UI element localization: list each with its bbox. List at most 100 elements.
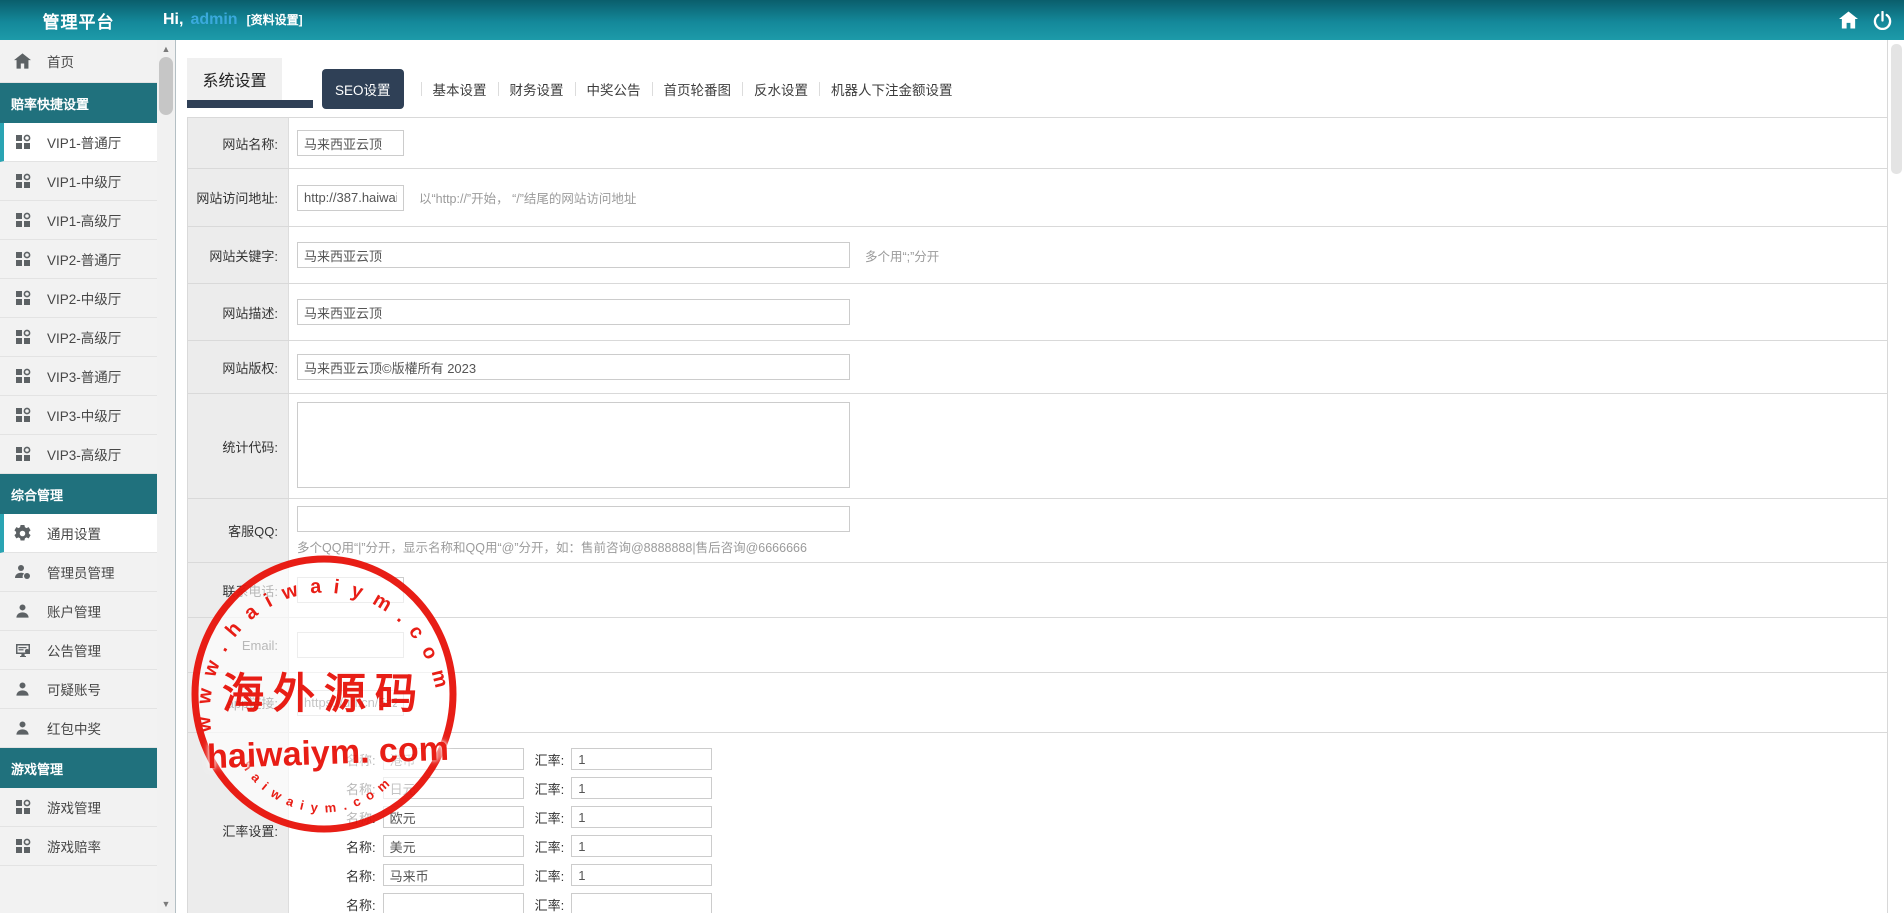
sidebar-section-game-management: 游戏管理 — [0, 748, 157, 788]
form-row-email: Email: — [188, 618, 1887, 673]
site-copyright-input[interactable] — [297, 354, 850, 380]
user-icon — [14, 720, 31, 737]
sidebar-item-vip2-mid[interactable]: VIP2-中级厅 — [0, 279, 157, 318]
rate-name-label: 名称: — [346, 837, 376, 856]
sidebar-item-vip2-normal[interactable]: VIP2-普通厅 — [0, 240, 157, 279]
sidebar-item-label: 首页 — [47, 51, 74, 71]
contact-phone-input[interactable] — [297, 577, 404, 603]
sidebar-item-notice-management[interactable]: 公告管理 — [0, 631, 157, 670]
home-icon[interactable] — [1838, 10, 1858, 30]
sidebar-item-vip3-mid[interactable]: VIP3-中级厅 — [0, 396, 157, 435]
sidebar-item-suspicious-accounts[interactable]: 可疑账号 — [0, 670, 157, 709]
sidebar-item-label: 可疑账号 — [47, 679, 101, 699]
subtab-finance[interactable]: 财务设置 — [510, 79, 564, 99]
subtab-basic[interactable]: 基本设置 — [433, 79, 487, 99]
sidebar: 首页 赔率快捷设置 VIP1-普通厅 VIP1-中级厅 VIP1-高级厅 VIP… — [0, 40, 157, 913]
sidebar-item-game-odds[interactable]: 游戏赔率 — [0, 827, 157, 866]
rate-value-input[interactable] — [571, 748, 712, 770]
username: admin — [190, 11, 237, 29]
scroll-down-icon[interactable]: ▼ — [157, 899, 175, 909]
scroll-up-icon[interactable]: ▲ — [157, 44, 175, 54]
sidebar-item-vip1-mid[interactable]: VIP1-中级厅 — [0, 162, 157, 201]
grid-icon — [14, 838, 31, 855]
grid-icon — [14, 134, 31, 151]
service-qq-input[interactable] — [297, 506, 850, 532]
tab-system-settings[interactable]: 系统设置 — [187, 58, 282, 100]
form-row-site-name: 网站名称: — [188, 118, 1887, 169]
sidebar-item-game-management[interactable]: 游戏管理 — [0, 788, 157, 827]
sidebar-item-label: 游戏赔率 — [47, 836, 101, 856]
form-row-exchange-rates: 汇率设置: 名称: 汇率: 名称: 汇率: 名称: 汇率: 名称: — [188, 733, 1887, 913]
section-label: 综合管理 — [11, 485, 63, 504]
grid-icon — [14, 368, 31, 385]
top-header: 管理平台 Hi, admin [资料设置] — [0, 0, 1904, 40]
subtab-bar: SEO设置 基本设置 财务设置 中奖公告 首页轮番图 反水设置 机器人下注金额设… — [322, 70, 953, 108]
sidebar-item-label: VIP3-高级厅 — [47, 444, 121, 464]
field-label: Email: — [188, 618, 289, 672]
sidebar-scrollbar[interactable]: ▲ ▼ — [157, 40, 176, 913]
subtab-robot-bet-amount[interactable]: 机器人下注金额设置 — [831, 79, 953, 99]
field-label: 客服QQ: — [188, 499, 289, 562]
subtab-carousel[interactable]: 首页轮番图 — [664, 79, 732, 99]
subtab-rebate[interactable]: 反水设置 — [754, 79, 808, 99]
home-icon — [14, 53, 31, 70]
form-row-site-url: 网站访问地址: 以“http://”开始， “/”结尾的网站访问地址 — [188, 169, 1887, 227]
sidebar-item-label: 通用设置 — [47, 523, 101, 543]
rate-value-label: 汇率: — [535, 808, 565, 827]
app-link-input[interactable] — [297, 690, 404, 716]
sidebar-item-label: VIP3-普通厅 — [47, 366, 121, 386]
form-row-description: 网站描述: — [188, 284, 1887, 341]
sidebar-item-account-management[interactable]: 账户管理 — [0, 592, 157, 631]
field-label: 汇率设置: — [188, 733, 289, 913]
email-input[interactable] — [297, 632, 404, 658]
separator — [498, 82, 499, 96]
rate-name-input[interactable] — [383, 835, 524, 857]
rate-value-label: 汇率: — [535, 895, 565, 913]
sidebar-item-label: VIP2-高级厅 — [47, 327, 121, 347]
rate-value-input[interactable] — [571, 777, 712, 799]
scrollbar-thumb[interactable] — [1891, 44, 1902, 174]
rate-name-input[interactable] — [383, 806, 524, 828]
seo-settings-form: 网站名称: 网站访问地址: 以“http://”开始， “/”结尾的网站访问地址… — [187, 117, 1887, 913]
subtab-winning-notice[interactable]: 中奖公告 — [587, 79, 641, 99]
page-scrollbar[interactable] — [1887, 40, 1904, 913]
rate-value-input[interactable] — [571, 835, 712, 857]
site-name-input[interactable] — [297, 130, 404, 156]
sidebar-item-home[interactable]: 首页 — [0, 40, 157, 83]
power-icon[interactable] — [1872, 10, 1892, 30]
rate-name-label: 名称: — [346, 779, 376, 798]
rate-name-label: 名称: — [346, 895, 376, 913]
sidebar-item-label: VIP1-普通厅 — [47, 132, 121, 152]
notice-board-icon — [14, 642, 31, 659]
rate-value-input[interactable] — [571, 864, 712, 886]
rate-row: 名称: 汇率: — [346, 747, 712, 771]
sidebar-item-admin-management[interactable]: 管理员管理 — [0, 553, 157, 592]
field-label: app链接: — [188, 673, 289, 732]
rate-value-input[interactable] — [571, 893, 712, 913]
sidebar-item-label: 管理员管理 — [47, 562, 115, 582]
sidebar-item-vip1-normal[interactable]: VIP1-普通厅 — [0, 123, 157, 162]
stats-code-textarea[interactable] — [297, 402, 850, 488]
grid-icon — [14, 446, 31, 463]
section-label: 赔率快捷设置 — [11, 94, 89, 113]
sidebar-item-vip1-high[interactable]: VIP1-高级厅 — [0, 201, 157, 240]
site-keywords-input[interactable] — [297, 242, 850, 268]
rate-name-input[interactable] — [383, 777, 524, 799]
sidebar-item-redpacket-win[interactable]: 红包中奖 — [0, 709, 157, 748]
sidebar-item-vip3-normal[interactable]: VIP3-普通厅 — [0, 357, 157, 396]
sidebar-item-general-settings[interactable]: 通用设置 — [0, 514, 157, 553]
subtab-seo[interactable]: SEO设置 — [322, 69, 404, 109]
rate-name-input[interactable] — [383, 864, 524, 886]
sidebar-item-vip2-high[interactable]: VIP2-高级厅 — [0, 318, 157, 357]
rate-name-input[interactable] — [383, 893, 524, 913]
site-description-input[interactable] — [297, 299, 850, 325]
rate-value-input[interactable] — [571, 806, 712, 828]
form-row-keywords: 网站关键字: 多个用“;”分开 — [188, 227, 1887, 284]
rate-name-input[interactable] — [383, 748, 524, 770]
sidebar-item-vip3-high[interactable]: VIP3-高级厅 — [0, 435, 157, 474]
scrollbar-thumb[interactable] — [159, 57, 173, 115]
field-label: 联系电话: — [188, 563, 289, 617]
profile-settings-link[interactable]: [资料设置] — [247, 11, 303, 28]
site-url-input[interactable] — [297, 185, 404, 211]
sidebar-section-odds-quick-settings: 赔率快捷设置 — [0, 83, 157, 123]
